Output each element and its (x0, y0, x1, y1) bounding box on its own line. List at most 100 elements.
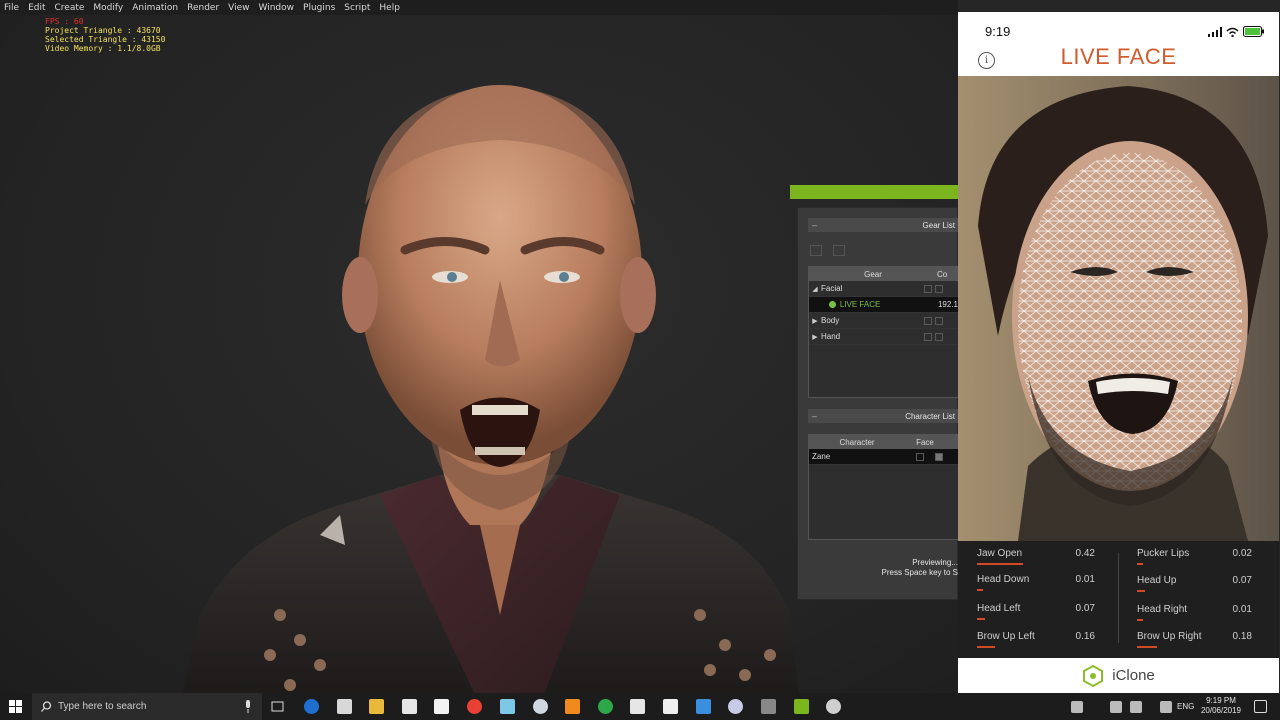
menu-create[interactable]: Create (55, 3, 85, 13)
clock-date: 20/06/2019 (1200, 706, 1242, 715)
phone-time: 9:19 (985, 24, 1011, 39)
menu-plugins[interactable]: Plugins (303, 3, 335, 13)
edge-browser-icon[interactable] (304, 699, 319, 714)
store-icon[interactable] (630, 699, 645, 714)
menu-render[interactable]: Render (187, 3, 219, 13)
signal-icon (1208, 26, 1222, 37)
chrome-icon[interactable] (467, 699, 482, 714)
character-list-header[interactable]: – Character List (808, 409, 958, 423)
selected-triangle-readout: Selected Triangle : 43150 (45, 35, 166, 44)
taskbar-search-box[interactable]: Type here to search (32, 693, 262, 720)
video-memory-readout: Video Memory : 1.1/8.0GB (45, 44, 161, 53)
wifi-icon (1226, 27, 1239, 37)
preview-line1: Previewing... (912, 558, 958, 567)
plus-icon[interactable] (924, 284, 932, 293)
volume-icon[interactable] (1110, 701, 1122, 713)
fps-readout: FPS : 60 (45, 17, 84, 26)
gear-row-label: Facial (821, 284, 843, 293)
calculator-icon[interactable] (337, 699, 352, 714)
col-character: Character (839, 437, 875, 447)
mail-icon[interactable] (402, 699, 417, 714)
gear-row-body[interactable]: ▶ Body (809, 313, 958, 329)
brand-footer: iClone (958, 658, 1279, 693)
microphone-icon[interactable] (244, 700, 252, 713)
metric-head-down-value: 0.01 (1075, 574, 1095, 585)
app-icon[interactable] (728, 699, 743, 714)
remove-gear-icon[interactable] (833, 245, 845, 256)
minus-icon[interactable] (935, 284, 943, 293)
app-title: LIVE FACE (1060, 44, 1177, 69)
minus-icon[interactable] (935, 316, 943, 325)
people-icon[interactable] (1071, 701, 1083, 713)
taskbar-clock[interactable]: 9:19 PM 20/06/2019 (1200, 696, 1242, 716)
col-co: Co (937, 269, 948, 279)
app-icon[interactable] (500, 699, 515, 714)
plus-icon[interactable] (924, 332, 932, 341)
gear-list-header[interactable]: – Gear List (808, 218, 958, 232)
app-icon[interactable] (761, 699, 776, 714)
plus-icon[interactable] (924, 316, 932, 325)
expand-arrow-icon[interactable]: ▶ (809, 317, 821, 325)
3d-character-render (182, 85, 799, 693)
brand-name: iClone (1112, 667, 1155, 684)
metric-head-right-label: Head Right (1137, 604, 1188, 615)
menu-bar: File Edit Create Modify Animation Render… (0, 0, 958, 15)
windows-taskbar: Type here to search ENG 9:19 PM 20/06/20 (0, 693, 1280, 720)
3d-viewport[interactable]: FPS : 60 Project Triangle : 43670 Select… (0, 15, 958, 693)
menu-edit[interactable]: Edit (28, 3, 45, 13)
metric-pucker-lips-value: 0.02 (1232, 548, 1252, 559)
preview-line2: Press Space key to S (881, 568, 958, 577)
add-gear-icon[interactable] (810, 245, 822, 256)
windows-start-icon[interactable] (9, 700, 22, 713)
media-player-icon[interactable] (434, 699, 449, 714)
collapse-icon[interactable]: – (812, 411, 817, 421)
gear-row-hand[interactable]: ▶ Hand (809, 329, 958, 345)
metric-pucker-lips-label: Pucker Lips (1137, 548, 1190, 559)
collapse-icon[interactable]: – (812, 220, 817, 230)
gear-row-value: 192.1 (937, 300, 958, 309)
menu-animation[interactable]: Animation (132, 3, 178, 13)
metric-head-right-bar (1137, 619, 1143, 621)
menu-file[interactable]: File (4, 3, 19, 13)
tray-icon[interactable] (1160, 701, 1172, 713)
panel-accent-bar (790, 185, 958, 199)
app-icon[interactable] (598, 699, 613, 714)
expand-arrow-icon[interactable]: ◢ (809, 285, 821, 293)
network-icon[interactable] (1130, 701, 1142, 713)
iclone-taskbar-icon[interactable] (794, 699, 809, 714)
language-indicator[interactable]: ENG (1177, 702, 1194, 711)
menu-script[interactable]: Script (344, 3, 370, 13)
app-icon[interactable] (696, 699, 711, 714)
metric-brow-up-right-label: Brow Up Right (1137, 631, 1202, 642)
face-checkbox[interactable] (916, 453, 924, 461)
gear-row-label: LIVE FACE (839, 300, 881, 309)
vlc-icon[interactable] (565, 699, 580, 714)
phone-app-header: i LIVE FACE (958, 42, 1279, 76)
menu-view[interactable]: View (228, 3, 249, 13)
metric-brow-up-left-label: Brow Up Left (977, 631, 1035, 642)
menu-help[interactable]: Help (379, 3, 400, 13)
metric-head-down-bar (977, 589, 983, 591)
phone-device-icon[interactable] (935, 453, 943, 461)
viewport-stats: FPS : 60 Project Triangle : 43670 Select… (45, 17, 165, 53)
minus-icon[interactable] (935, 332, 943, 341)
task-view-icon[interactable] (270, 699, 285, 714)
app-icon[interactable] (533, 699, 548, 714)
notifications-icon[interactable] (1254, 700, 1267, 713)
metric-head-up-bar (1137, 590, 1145, 592)
file-explorer-icon[interactable] (369, 699, 384, 714)
search-icon (41, 701, 52, 712)
character-row-zane[interactable]: Zane (809, 449, 958, 465)
gear-row-label: Hand (821, 332, 841, 341)
app-icon[interactable] (826, 699, 841, 714)
gear-row-facial[interactable]: ◢ Facial (809, 281, 958, 297)
col-face: Face (916, 437, 934, 447)
menu-window[interactable]: Window (259, 3, 295, 13)
app-icon[interactable] (663, 699, 678, 714)
battery-icon (1243, 26, 1264, 37)
metric-jaw-open-label: Jaw Open (977, 548, 1023, 559)
expand-arrow-icon[interactable]: ▶ (809, 333, 821, 341)
menu-modify[interactable]: Modify (93, 3, 123, 13)
gear-row-live-face[interactable]: LIVE FACE 192.1 (809, 297, 958, 313)
preview-status: Previewing... Press Space key to S (868, 558, 958, 578)
